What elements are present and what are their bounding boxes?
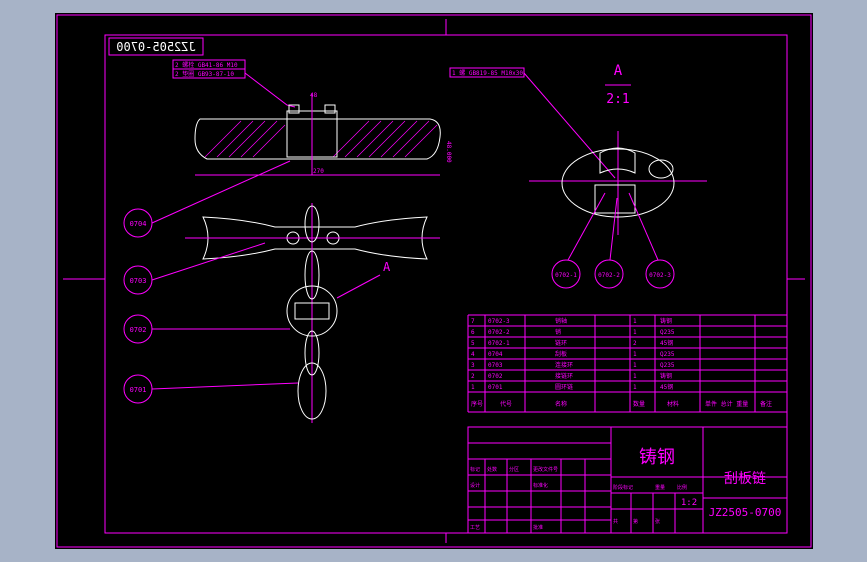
leader-0701 xyxy=(151,382,299,390)
detail-view-label: A xyxy=(614,63,623,79)
section-marker: A xyxy=(383,260,391,274)
tb-weight: 重量 xyxy=(655,484,665,491)
tb-zone: 分区 xyxy=(509,466,519,473)
bom-qty: 2 xyxy=(633,340,637,347)
detail-pin-body xyxy=(594,184,636,214)
tb-page-unit: 张 xyxy=(655,518,660,525)
bom-material: 45钢 xyxy=(660,383,673,391)
bom-header-weight: 单件 总计 重量 xyxy=(705,400,748,408)
bom-name: 链环 xyxy=(555,339,567,347)
scraper-plate-outline xyxy=(194,118,441,160)
leader-0703 xyxy=(151,242,266,281)
balloon-0704-label: 0704 xyxy=(130,220,147,228)
tb-std: 标准化 xyxy=(533,482,548,489)
tb-ratio: 比例 xyxy=(677,484,687,491)
balloon-0702-label: 0702 xyxy=(130,326,147,334)
balloon-0702-1-label: 0702-1 xyxy=(555,272,577,279)
tb-change: 更改文件号 xyxy=(533,466,558,473)
bom-header-qty: 数量 xyxy=(633,400,645,408)
bom-name: 连接环 xyxy=(555,361,573,369)
leader-0702-3 xyxy=(628,192,659,261)
bom-code: 0704 xyxy=(488,351,503,358)
bom-material: 45钢 xyxy=(660,339,673,347)
leader-0702-2 xyxy=(609,197,618,261)
section-leader xyxy=(336,274,381,299)
dim-width: 270 xyxy=(313,168,324,175)
cad-viewport[interactable]: JZ2505-0700 2 螺栓 GB41-86 M10 2 垫圈 GB93-8… xyxy=(55,13,813,549)
bom-code: 0702-3 xyxy=(488,318,510,325)
tb-approve: 批准 xyxy=(533,524,543,531)
bom-header-mat: 材料 xyxy=(667,400,679,408)
bom-name: 刮板 xyxy=(555,350,567,358)
bom-no: 7 xyxy=(471,318,475,325)
bom-name: 销轴 xyxy=(555,317,567,325)
bom-name: 圆环链 xyxy=(555,383,573,391)
tb-craft: 工艺 xyxy=(470,525,480,531)
hatching xyxy=(204,120,438,158)
tb-sheet: 共 xyxy=(613,518,618,525)
bom-no: 3 xyxy=(471,362,475,369)
detail-view-scale: 2:1 xyxy=(606,92,629,107)
outer-border xyxy=(56,14,812,548)
callout-screw: 1 螺 GB819-85 M10x30 xyxy=(452,69,523,77)
balloon-0703-label: 0703 xyxy=(130,277,147,285)
bom-qty: 1 xyxy=(633,351,637,358)
balloon-0702-3-label: 0702-3 xyxy=(649,272,671,279)
title-scale: 1:2 xyxy=(681,498,697,508)
bom-no: 1 xyxy=(471,384,475,391)
drawing-canvas: JZ2505-0700 2 螺栓 GB41-86 M10 2 垫圈 GB93-8… xyxy=(56,14,812,548)
inner-border xyxy=(104,34,788,534)
bom-material: 铸钢 xyxy=(660,317,672,325)
callout-bolt: 2 螺栓 GB41-86 M10 xyxy=(175,61,238,69)
bom-material: Q235 xyxy=(660,329,675,336)
bom-code: 0703 xyxy=(488,362,503,369)
bom-qty: 1 xyxy=(633,373,637,380)
bom-no: 2 xyxy=(471,373,475,380)
bom-no: 5 xyxy=(471,340,475,347)
tb-mark: 标记 xyxy=(470,466,480,473)
title-drawing-no: JZ2505-0700 xyxy=(709,506,782,519)
nut-right xyxy=(324,104,336,114)
bom-material: Q235 xyxy=(660,362,675,369)
title-part-name: 刮板链 xyxy=(724,471,766,487)
callout-leader-3 xyxy=(523,72,616,179)
balloon-0701-label: 0701 xyxy=(130,386,147,394)
bom-qty: 1 xyxy=(633,318,637,325)
bom-code: 0702-2 xyxy=(488,329,510,336)
tb-page: 第 xyxy=(633,518,638,525)
dim-top: 48 xyxy=(310,92,318,99)
bom-name: 接链环 xyxy=(555,372,573,380)
bom-table: 7 0702-3 销轴 1 铸钢 6 0702-2 销 1 Q235 5 0702-1 链环 2 45钢 4 0… xyxy=(467,314,788,413)
bom-material: Q235 xyxy=(660,351,675,358)
bom-qty: 1 xyxy=(633,384,637,391)
callout-washer: 2 垫圈 GB93-87-10 xyxy=(175,70,234,78)
tb-design: 设计 xyxy=(470,482,480,489)
bom-header-code: 代号 xyxy=(500,400,512,408)
bom-code: 0701 xyxy=(488,384,503,391)
dim-height: 48.000 xyxy=(445,141,452,163)
bom-qty: 1 xyxy=(633,362,637,369)
bom-header-name: 名称 xyxy=(555,400,567,408)
callout-leader-1 xyxy=(244,72,296,108)
tb-stage: 阶段标记 xyxy=(613,484,633,491)
bom-name: 销 xyxy=(555,328,561,336)
bom-code: 0702-1 xyxy=(488,340,510,347)
title-material: 铸钢 xyxy=(639,447,675,468)
bom-material: 铸钢 xyxy=(660,372,672,380)
bom-code: 0702 xyxy=(488,373,503,380)
bom-header-no: 序号 xyxy=(471,400,483,408)
tb-count: 处数 xyxy=(487,466,497,473)
balloon-0702-2-label: 0702-2 xyxy=(598,272,620,279)
bom-no: 6 xyxy=(471,329,475,336)
leader-0702-1 xyxy=(567,192,606,261)
bom-qty: 1 xyxy=(633,329,637,336)
leader-0704 xyxy=(151,160,291,224)
bom-no: 4 xyxy=(471,351,475,358)
bom-header-note: 备注 xyxy=(760,400,772,408)
mirrored-drawing-number: JZ2505-0700 xyxy=(116,40,195,54)
